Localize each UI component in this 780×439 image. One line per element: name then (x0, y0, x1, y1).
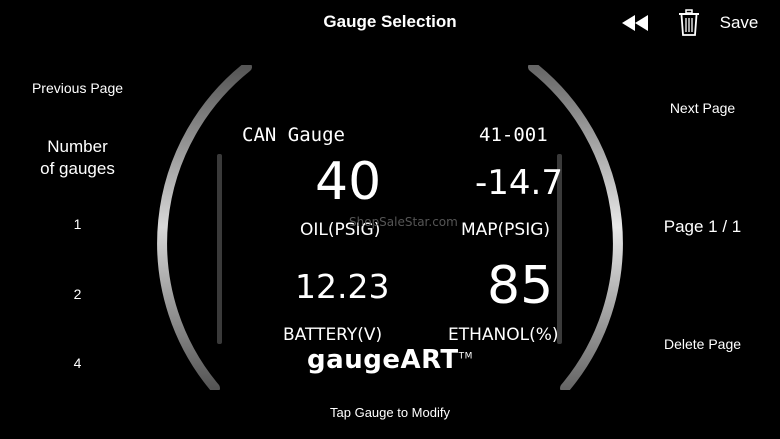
gauge-code: 41-001 (479, 124, 548, 146)
delete-button[interactable] (674, 9, 704, 37)
oil-value: 40 (315, 152, 382, 212)
page-title: Gauge Selection (323, 12, 457, 31)
watermark: ShopSaleStar.com (349, 215, 458, 229)
tap-gauge-hint: Tap Gauge to Modify (330, 405, 450, 420)
gauge-count-option-1[interactable]: 1 (0, 216, 155, 232)
previous-page-button[interactable]: Previous Page (0, 80, 155, 96)
rewind-button[interactable] (615, 9, 655, 37)
save-button[interactable]: Save (716, 9, 762, 37)
page-indicator: Page 1 / 1 (663, 217, 742, 236)
gauge-preview[interactable]: CAN Gauge 41-001 40 -14.7 OIL(PSIG) Shop… (217, 118, 563, 380)
gauge-title: CAN Gauge (242, 124, 345, 146)
ethanol-value: 85 (487, 256, 554, 316)
number-of-gauges-label: Number of gauges (0, 136, 155, 180)
ethanol-label: ETHANOL(%) (448, 325, 559, 345)
number-of-gauges-line1: Number (47, 137, 108, 156)
battery-value: 12.23 (295, 267, 390, 306)
map-label: MAP(PSIG) (461, 220, 551, 240)
battery-label: BATTERY(V) (283, 325, 383, 345)
number-of-gauges-line2: of gauges (40, 159, 115, 178)
rewind-icon (622, 15, 648, 31)
delete-page-button[interactable]: Delete Page (625, 336, 780, 352)
trash-icon (679, 9, 699, 36)
map-value: -14.7 (475, 163, 563, 203)
gauge-count-option-4[interactable]: 4 (0, 355, 155, 371)
gaugeart-logo: gaugeARTTM (307, 345, 473, 375)
gauge-count-option-2[interactable]: 2 (0, 286, 155, 302)
gauge-left-bar (217, 154, 222, 344)
next-page-button[interactable]: Next Page (625, 100, 780, 116)
